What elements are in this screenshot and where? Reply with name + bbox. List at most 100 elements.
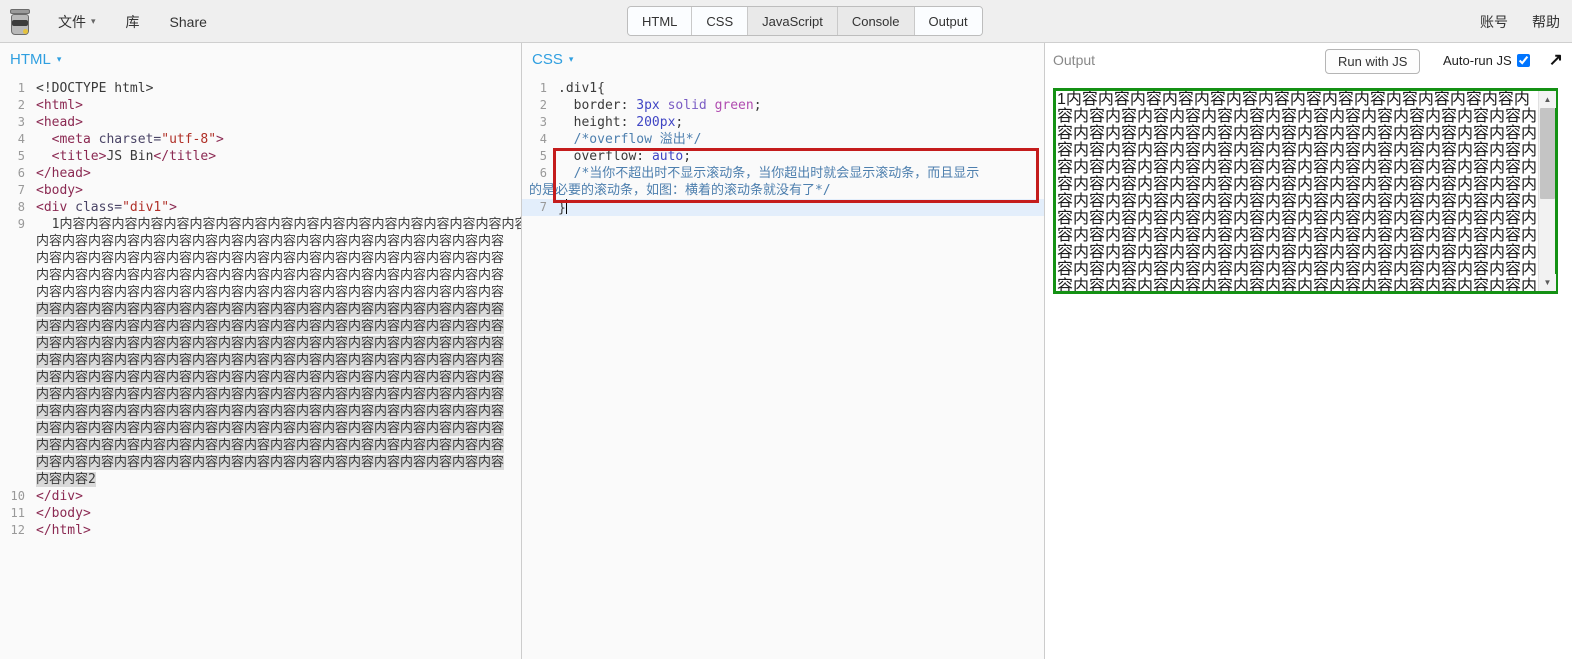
code-line[interactable]: 5 <title>JS Bin</title> [0, 148, 521, 165]
line-number: 7 [539, 200, 547, 214]
jsbin-logo-icon[interactable] [8, 8, 32, 36]
line-number: 9 [17, 217, 25, 231]
selected-text: 内容内容内容内容内容内容内容内容内容内容内容内容内容内容内容内容内容内容 [36, 438, 505, 453]
code-line[interactable]: 内容内容2 [0, 471, 521, 488]
panel-tab-group: HTML CSS JavaScript Console Output [627, 6, 983, 36]
autorun-js-label: Auto-run JS [1443, 53, 1512, 68]
code-line[interactable]: 内容内容内容内容内容内容内容内容内容内容内容内容内容内容内容内容内容内容 [0, 284, 521, 301]
html-panel-title[interactable]: HTML ▾ [10, 51, 61, 68]
line-number: 1 [539, 81, 547, 95]
code-line[interactable]: 内容内容内容内容内容内容内容内容内容内容内容内容内容内容内容内容内容内容 [0, 386, 521, 403]
selected-text: 内容内容内容内容内容内容内容内容内容内容内容内容内容内容内容内容内容内容 [36, 404, 505, 419]
scroll-down-arrow-icon[interactable]: ▼ [1539, 274, 1556, 291]
tab-console[interactable]: Console [837, 7, 915, 35]
jsbin-app: 文件 ▾ 库 Share HTML CSS JavaScript Console Output… [0, 0, 1572, 659]
selected-text: 内容内容内容内容内容内容内容内容内容内容内容内容内容内容内容内容内容内容 [36, 353, 505, 368]
tab-html[interactable]: HTML [628, 7, 693, 35]
code-line[interactable]: 12 </html> [0, 522, 521, 539]
file-menu-bar: 文件 ▾ 库 Share [58, 12, 207, 32]
menu-item-文件[interactable]: 文件 ▾ [58, 12, 96, 32]
output-scrollbar[interactable]: ▲ ▼ [1538, 91, 1556, 291]
code-line[interactable]: 内容内容内容内容内容内容内容内容内容内容内容内容内容内容内容内容内容内容 [0, 301, 521, 318]
chevron-down-icon: ▾ [91, 16, 96, 26]
scroll-up-arrow-icon[interactable]: ▲ [1539, 91, 1556, 108]
code-line[interactable]: 5 overflow: auto; [522, 148, 1044, 165]
code-line[interactable]: 内容内容内容内容内容内容内容内容内容内容内容内容内容内容内容内容内容内容 [0, 352, 521, 369]
toolbar-left: 文件 ▾ 库 Share [8, 0, 207, 43]
css-panel-title-label: CSS [532, 51, 563, 68]
line-number: 3 [539, 115, 547, 129]
tab-output[interactable]: Output [914, 7, 982, 35]
line-number: 1 [17, 81, 25, 95]
selected-text: 内容内容内容内容内容内容内容内容内容内容内容内容内容内容内容内容内容内容 [36, 455, 505, 470]
code-line[interactable]: 内容内容内容内容内容内容内容内容内容内容内容内容内容内容内容内容内容内容 [0, 369, 521, 386]
autorun-js-checkbox[interactable] [1516, 54, 1530, 67]
top-toolbar: 文件 ▾ 库 Share HTML CSS JavaScript Console Output… [0, 0, 1572, 43]
code-line[interactable]: 4 /*overflow 溢出*/ [522, 131, 1044, 148]
code-line[interactable]: 内容内容内容内容内容内容内容内容内容内容内容内容内容内容内容内容内容内容 [0, 437, 521, 454]
selected-text: 内容内容内容内容内容内容内容内容内容内容内容内容内容内容内容内容内容内容 [36, 336, 505, 351]
code-line[interactable]: 9 1内容内容内容内容内容内容内容内容内容内容内容内容内容内容内容内容内容内容 [0, 216, 528, 233]
code-line[interactable]: 2 border: 3px solid green; [522, 97, 1044, 114]
output-panel-title: Output [1053, 52, 1096, 68]
rendered-content-text: 1内容内容内容内容内容内容内容内容内容内容内容内容内容内容内容内容内容内容内容内… [1057, 91, 1538, 291]
output-panel: Output Run with JS Auto-run JS ↗ 1内容内容内容… [1045, 43, 1572, 659]
code-line[interactable]: 7} [522, 199, 1044, 216]
code-line[interactable]: 1 .div1{ [522, 80, 1044, 97]
code-line[interactable]: 3 <head> [0, 114, 521, 131]
selected-text: 内容内容内容内容内容内容内容内容内容内容内容内容内容内容内容内容内容内容 [36, 370, 505, 385]
open-in-new-window-icon[interactable]: ↗ [1549, 50, 1563, 70]
line-number: 3 [17, 115, 25, 129]
css-code-editor[interactable]: 1 .div1{2 border: 3px solid green; 3 heigh… [522, 76, 1044, 659]
html-editor-panel: HTML ▾ 1 <!DOCTYPE html> 2 <html> 3 <head> 4 <… [0, 43, 528, 659]
code-line[interactable]: 1 <!DOCTYPE html> [0, 80, 521, 97]
chevron-down-icon: ▾ [56, 54, 62, 64]
line-number: 7 [17, 183, 25, 197]
code-line[interactable]: 内容内容内容内容内容内容内容内容内容内容内容内容内容内容内容内容内容内容 [0, 454, 521, 471]
code-line[interactable]: 内容内容内容内容内容内容内容内容内容内容内容内容内容内容内容内容内容内容 [0, 318, 521, 335]
run-with-js-button[interactable]: Run with JS [1325, 49, 1421, 74]
code-line[interactable]: 10 </div> [0, 488, 521, 505]
code-line[interactable]: 3 height: 200px; [522, 114, 1044, 131]
output-panel-header: Output Run with JS Auto-run JS ↗ [1045, 43, 1572, 76]
code-line[interactable]: 6 </head> [0, 165, 521, 182]
selected-text: 内容内容内容内容内容内容内容内容内容内容内容内容内容内容内容内容内容内容 [36, 421, 505, 436]
code-line[interactable]: 8 <div class="div1"> [0, 199, 521, 216]
menu-item-帮助[interactable]: 帮助 [1532, 12, 1560, 32]
code-line[interactable]: 内容内容内容内容内容内容内容内容内容内容内容内容内容内容内容内容内容内容 [0, 233, 521, 250]
line-number: 2 [17, 98, 25, 112]
code-line[interactable]: 内容内容内容内容内容内容内容内容内容内容内容内容内容内容内容内容内容内容 [0, 267, 521, 284]
line-number: 12 [10, 523, 25, 537]
menu-item-账号[interactable]: 账号 [1480, 12, 1508, 32]
selected-text: 内容内容内容内容内容内容内容内容内容内容内容内容内容内容内容内容内容内容 [36, 302, 505, 317]
code-line[interactable]: 11 </body> [0, 505, 521, 522]
code-line[interactable]: 内容内容内容内容内容内容内容内容内容内容内容内容内容内容内容内容内容内容 [0, 420, 521, 437]
text-cursor [565, 199, 567, 214]
code-line[interactable]: 7 <body> [0, 182, 521, 199]
selected-text: 内容内容内容内容内容内容内容内容内容内容内容内容内容内容内容内容内容内容 [36, 387, 505, 402]
code-line[interactable]: 4 <meta charset="utf-8"> [0, 131, 521, 148]
account-menu-bar: 账号 帮助 [1480, 0, 1560, 43]
tab-javascript[interactable]: JavaScript [748, 7, 838, 35]
menu-item-库[interactable]: 库 [126, 12, 140, 32]
code-line[interactable]: 内容内容内容内容内容内容内容内容内容内容内容内容内容内容内容内容内容内容 [0, 335, 521, 352]
code-line[interactable]: 6 /*当你不超出时不显示滚动条，当你超出时就会显示滚动条，而且显示 [522, 165, 1044, 182]
line-number: 4 [17, 132, 25, 146]
css-panel-title[interactable]: CSS ▾ [532, 51, 573, 68]
line-number: 6 [17, 166, 25, 180]
code-line[interactable]: 内容内容内容内容内容内容内容内容内容内容内容内容内容内容内容内容内容内容 [0, 403, 521, 420]
html-code-editor[interactable]: 1 <!DOCTYPE html> 2 <html> 3 <head> 4 <meta ch… [0, 76, 528, 659]
code-line[interactable]: 的是必要的滚动条，如图：横着的滚动条就没有了*/ [522, 182, 1044, 199]
rendered-div1-box: 1内容内容内容内容内容内容内容内容内容内容内容内容内容内容内容内容内容内容内容内… [1053, 88, 1558, 294]
menu-item-Share[interactable]: Share [170, 12, 207, 32]
html-panel-title-label: HTML [10, 51, 51, 68]
panels-container: HTML ▾ 1 <!DOCTYPE html> 2 <html> 3 <head> 4 <… [0, 43, 1572, 659]
tab-css[interactable]: CSS [692, 7, 749, 35]
line-number: 2 [539, 98, 547, 112]
autorun-js-toggle: Auto-run JS [1443, 53, 1530, 68]
code-line[interactable]: 2 <html> [0, 97, 521, 114]
scrollbar-thumb[interactable] [1540, 108, 1555, 199]
code-line[interactable]: 内容内容内容内容内容内容内容内容内容内容内容内容内容内容内容内容内容内容 [0, 250, 521, 267]
line-number: 5 [17, 149, 25, 163]
line-number: 10 [10, 489, 25, 503]
